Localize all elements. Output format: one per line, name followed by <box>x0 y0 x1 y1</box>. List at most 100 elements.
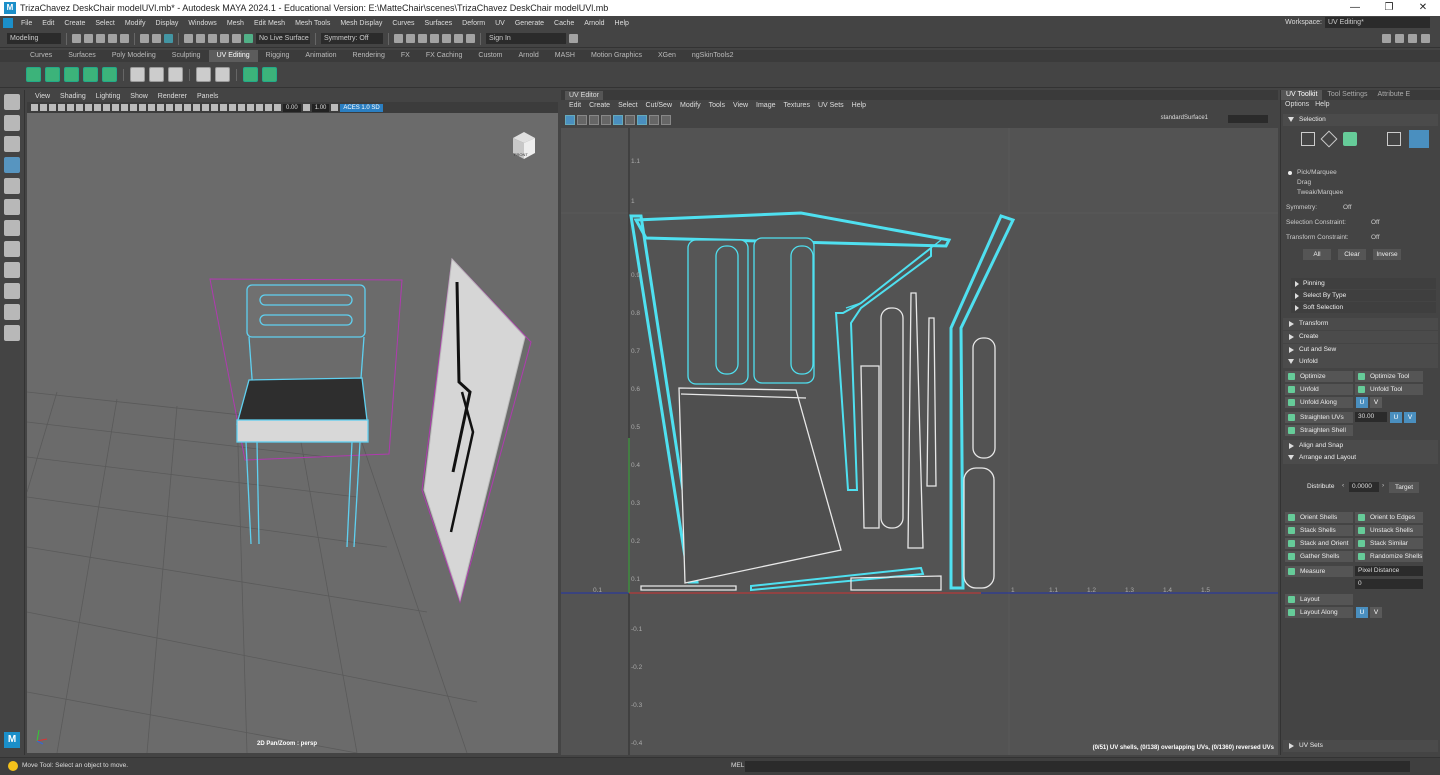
cut-tool-icon[interactable] <box>215 67 230 82</box>
transform-constraint-value[interactable]: Off <box>1371 234 1380 241</box>
mode-tweak-marquee[interactable]: Tweak/Marquee <box>1297 189 1343 196</box>
render-frame-icon[interactable] <box>406 34 415 43</box>
unfold-icon[interactable] <box>196 67 211 82</box>
sign-in-dropdown[interactable]: Sign In <box>486 33 566 44</box>
shelf-tab-ngskintools2[interactable]: ngSkinTools2 <box>684 50 742 62</box>
pause-icon[interactable] <box>466 34 475 43</box>
select-component-icon[interactable] <box>164 34 173 43</box>
planar-map-icon[interactable] <box>26 67 41 82</box>
move-tool-icon[interactable] <box>4 157 20 173</box>
mode-pick-marquee[interactable]: Pick/Marquee <box>1297 169 1337 176</box>
shelf-tab-fx-caching[interactable]: FX Caching <box>418 50 471 62</box>
lasso-tool-icon[interactable] <box>4 115 20 131</box>
open-scene-icon[interactable] <box>84 34 93 43</box>
uv-texture-icon[interactable] <box>577 115 587 125</box>
shelf-tab-poly-modeling[interactable]: Poly Modeling <box>104 50 164 62</box>
perspective-viewport[interactable]: View Shading Lighting Show Renderer Pane… <box>27 92 558 753</box>
menu-file[interactable]: File <box>16 20 37 27</box>
cut-uv-icon[interactable] <box>130 67 145 82</box>
paint-select-icon[interactable] <box>4 136 20 152</box>
four-view-icon[interactable] <box>4 262 20 278</box>
hypershade-icon[interactable] <box>442 34 451 43</box>
tab-attribute-editor[interactable]: Attribute E <box>1372 90 1415 100</box>
uv-menu-help[interactable]: Help <box>848 100 870 112</box>
shelf-tab-sculpting[interactable]: Sculpting <box>164 50 209 62</box>
menu-generate[interactable]: Generate <box>510 20 549 27</box>
shelf-tab-motion-graphics[interactable]: Motion Graphics <box>583 50 650 62</box>
uv-shell-mode-icon[interactable] <box>1409 130 1429 148</box>
target-button[interactable]: Target <box>1389 482 1419 493</box>
outliner-icon[interactable] <box>1421 34 1430 43</box>
attribute-editor-icon[interactable] <box>1408 34 1417 43</box>
tab-tool-settings[interactable]: Tool Settings <box>1322 90 1372 100</box>
menu-cache[interactable]: Cache <box>549 20 579 27</box>
panel-help-menu[interactable]: Help <box>1315 100 1329 110</box>
automatic-map-icon[interactable] <box>83 67 98 82</box>
ipr-render-icon[interactable] <box>418 34 427 43</box>
menu-windows[interactable]: Windows <box>183 20 221 27</box>
select-inverse-button[interactable]: Inverse <box>1373 249 1401 260</box>
optimize-tool-button[interactable]: Optimize Tool <box>1355 371 1423 382</box>
two-view-icon[interactable] <box>4 283 20 299</box>
live-surface-field[interactable]: No Live Surface <box>256 33 310 44</box>
menu-edit-mesh[interactable]: Edit Mesh <box>249 20 290 27</box>
shelf-tab-rendering[interactable]: Rendering <box>345 50 393 62</box>
menu-modify[interactable]: Modify <box>120 20 151 27</box>
redo-icon[interactable] <box>120 34 129 43</box>
uv-filter-icon[interactable] <box>649 115 659 125</box>
uv-grid-icon[interactable] <box>565 115 575 125</box>
unfold-along-u-button[interactable]: U <box>1356 397 1368 408</box>
face-mode-icon[interactable] <box>1343 132 1357 146</box>
straighten-shell-button[interactable]: Straighten Shell <box>1285 425 1353 436</box>
menu-uv[interactable]: UV <box>490 20 510 27</box>
measure-mode-dropdown[interactable]: Pixel Distance <box>1355 566 1423 576</box>
uv-mode-icon[interactable] <box>1387 132 1401 146</box>
uv-surface-label[interactable]: standardSurface1 <box>1161 115 1208 121</box>
snap-surface-icon[interactable] <box>232 34 241 43</box>
uv-menu-textures[interactable]: Textures <box>780 100 814 112</box>
shelf-tab-fx[interactable]: FX <box>393 50 418 62</box>
shelf-tab-curves[interactable]: Curves <box>22 50 60 62</box>
optimize-button[interactable]: Optimize <box>1285 371 1353 382</box>
workspace-dropdown[interactable]: UV Editing* <box>1325 17 1430 28</box>
subsection-soft-selection[interactable]: Soft Selection <box>1291 302 1436 313</box>
shelf-tab-arnold[interactable]: Arnold <box>511 50 547 62</box>
shelf-tab-custom[interactable]: Custom <box>470 50 510 62</box>
section-unfold[interactable]: Unfold <box>1283 356 1438 368</box>
rotate-tool-icon[interactable] <box>4 178 20 194</box>
orient-to-edges-button[interactable]: Orient to Edges <box>1355 512 1423 523</box>
uv-menu-select[interactable]: Select <box>614 100 641 112</box>
menu-create[interactable]: Create <box>59 20 90 27</box>
menu-curves[interactable]: Curves <box>387 20 419 27</box>
scale-tool-icon[interactable] <box>4 199 20 215</box>
measure-button[interactable]: Measure <box>1285 566 1353 577</box>
section-uv-sets[interactable]: UV Sets <box>1283 740 1438 752</box>
layout-icon[interactable] <box>243 67 258 82</box>
menu-mesh[interactable]: Mesh <box>222 20 249 27</box>
select-object-icon[interactable] <box>152 34 161 43</box>
select-all-button[interactable]: All <box>1303 249 1331 260</box>
snap-view-icon[interactable] <box>220 34 229 43</box>
uv-shaded-icon[interactable] <box>613 115 623 125</box>
mode-drag[interactable]: Drag <box>1297 179 1311 186</box>
edge-mode-icon[interactable] <box>1320 130 1338 148</box>
chevron-left-icon[interactable]: ‹ <box>1342 482 1344 489</box>
uv-distortion-icon[interactable] <box>589 115 599 125</box>
render-view-icon[interactable] <box>394 34 403 43</box>
uv-isolate-icon[interactable] <box>601 115 611 125</box>
section-selection[interactable]: Selection <box>1283 114 1438 126</box>
menu-surfaces[interactable]: Surfaces <box>420 20 458 27</box>
menu-display[interactable]: Display <box>150 20 183 27</box>
menu-mesh-tools[interactable]: Mesh Tools <box>290 20 335 27</box>
snap-point-icon[interactable] <box>208 34 217 43</box>
section-transform[interactable]: Transform <box>1283 318 1438 330</box>
menu-arnold[interactable]: Arnold <box>579 20 609 27</box>
menu-deform[interactable]: Deform <box>457 20 490 27</box>
command-icon[interactable] <box>8 761 18 771</box>
close-button[interactable]: ✕ <box>1406 0 1440 16</box>
shelf-tab-animation[interactable]: Animation <box>297 50 344 62</box>
save-scene-icon[interactable] <box>96 34 105 43</box>
straighten-uvs-button[interactable]: Straighten UVs <box>1285 412 1353 423</box>
menu-mesh-display[interactable]: Mesh Display <box>335 20 387 27</box>
straighten-v-button[interactable]: V <box>1404 412 1416 423</box>
